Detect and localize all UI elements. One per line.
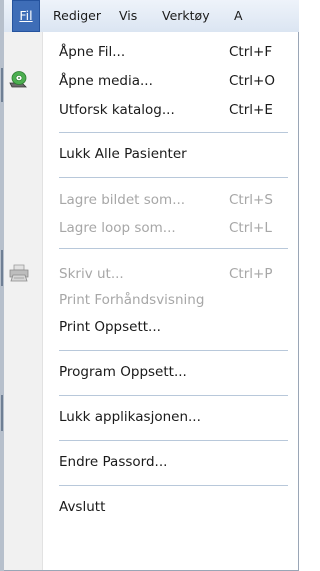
printer-icon bbox=[8, 263, 30, 283]
menu-icon-gutter bbox=[4, 32, 43, 570]
menu-item-shortcut: Ctrl+E bbox=[229, 102, 273, 118]
menu-a-label: A bbox=[234, 8, 243, 23]
menu-rediger[interactable]: Rediger bbox=[53, 0, 101, 32]
menu-item-print-preview[interactable]: Print Forhåndsvisning bbox=[42, 288, 298, 312]
menu-item-save-loop-as[interactable]: Lagre loop som... Ctrl+L bbox=[42, 216, 298, 240]
menu-item-label: Program Oppsett... bbox=[59, 364, 187, 380]
menu-item-label: Avslutt bbox=[59, 499, 106, 515]
menu-item-label: Utforsk katalog... bbox=[59, 102, 175, 118]
menu-separator bbox=[59, 395, 288, 396]
menu-item-program-setup[interactable]: Program Oppsett... bbox=[42, 360, 298, 384]
menu-item-open-file[interactable]: Åpne Fil... Ctrl+F bbox=[42, 40, 298, 64]
menu-item-shortcut: Ctrl+P bbox=[229, 266, 273, 282]
menu-separator bbox=[59, 485, 288, 486]
menu-fil[interactable]: Fil bbox=[12, 0, 40, 32]
edge-mark bbox=[1, 68, 3, 102]
menu-item-shortcut: Ctrl+O bbox=[229, 73, 275, 89]
menu-item-label: Lukk Alle Pasienter bbox=[59, 146, 187, 162]
menu-verktoy[interactable]: Verktøy bbox=[162, 0, 210, 32]
menu-separator bbox=[59, 248, 288, 249]
menu-bar: Fil Rediger Vis Verktøy A bbox=[4, 0, 299, 33]
menu-item-label: Endre Passord... bbox=[59, 454, 168, 470]
menu-separator bbox=[59, 440, 288, 441]
menu-item-explore-catalog[interactable]: Utforsk katalog... Ctrl+E bbox=[42, 98, 298, 122]
menu-item-close-all-patients[interactable]: Lukk Alle Pasienter bbox=[42, 142, 298, 166]
menu-rediger-label: Rediger bbox=[53, 8, 101, 23]
menu-item-label: Lagre bildet som... bbox=[59, 192, 186, 208]
menu-item-save-image-as[interactable]: Lagre bildet som... Ctrl+S bbox=[42, 188, 298, 212]
menu-item-exit[interactable]: Avslutt bbox=[42, 495, 298, 519]
menu-item-shortcut: Ctrl+F bbox=[229, 44, 273, 60]
menu-item-label: Lukk applikasjonen... bbox=[59, 409, 201, 425]
menu-item-change-password[interactable]: Endre Passord... bbox=[42, 450, 298, 474]
menu-item-label: Åpne Fil... bbox=[59, 44, 126, 60]
menu-item-label: Åpne media... bbox=[59, 73, 153, 89]
menu-vis-label: Vis bbox=[119, 8, 138, 23]
menu-separator bbox=[59, 350, 288, 351]
menu-separator bbox=[59, 177, 288, 178]
edge-mark bbox=[1, 395, 3, 431]
menu-item-close-application[interactable]: Lukk applikasjonen... bbox=[42, 405, 298, 429]
application-window: Fil Rediger Vis Verktøy A Åpne Fil... Ct… bbox=[0, 0, 299, 571]
menu-item-label: Print Forhåndsvisning bbox=[59, 292, 205, 308]
menu-item-print[interactable]: Skriv ut... Ctrl+P bbox=[42, 262, 298, 286]
menu-item-label: Skriv ut... bbox=[59, 266, 124, 282]
edge-mark bbox=[1, 250, 3, 286]
menu-vis[interactable]: Vis bbox=[119, 0, 137, 32]
menu-item-print-setup[interactable]: Print Oppsett... bbox=[42, 315, 298, 339]
menu-a[interactable]: A bbox=[234, 0, 243, 32]
menu-verktoy-label: Verktøy bbox=[162, 8, 210, 23]
menu-item-shortcut: Ctrl+S bbox=[229, 192, 273, 208]
menu-item-label: Lagre loop som... bbox=[59, 220, 176, 236]
menu-item-shortcut: Ctrl+L bbox=[229, 220, 272, 236]
file-menu-dropdown: Åpne Fil... Ctrl+F Åpne media... Ctrl+O … bbox=[4, 32, 299, 571]
menu-item-open-media[interactable]: Åpne media... Ctrl+O bbox=[42, 69, 298, 93]
menu-item-label: Print Oppsett... bbox=[59, 319, 161, 335]
menu-fil-label: Fil bbox=[19, 8, 33, 23]
menu-separator bbox=[59, 132, 288, 133]
media-disc-icon bbox=[8, 70, 30, 90]
